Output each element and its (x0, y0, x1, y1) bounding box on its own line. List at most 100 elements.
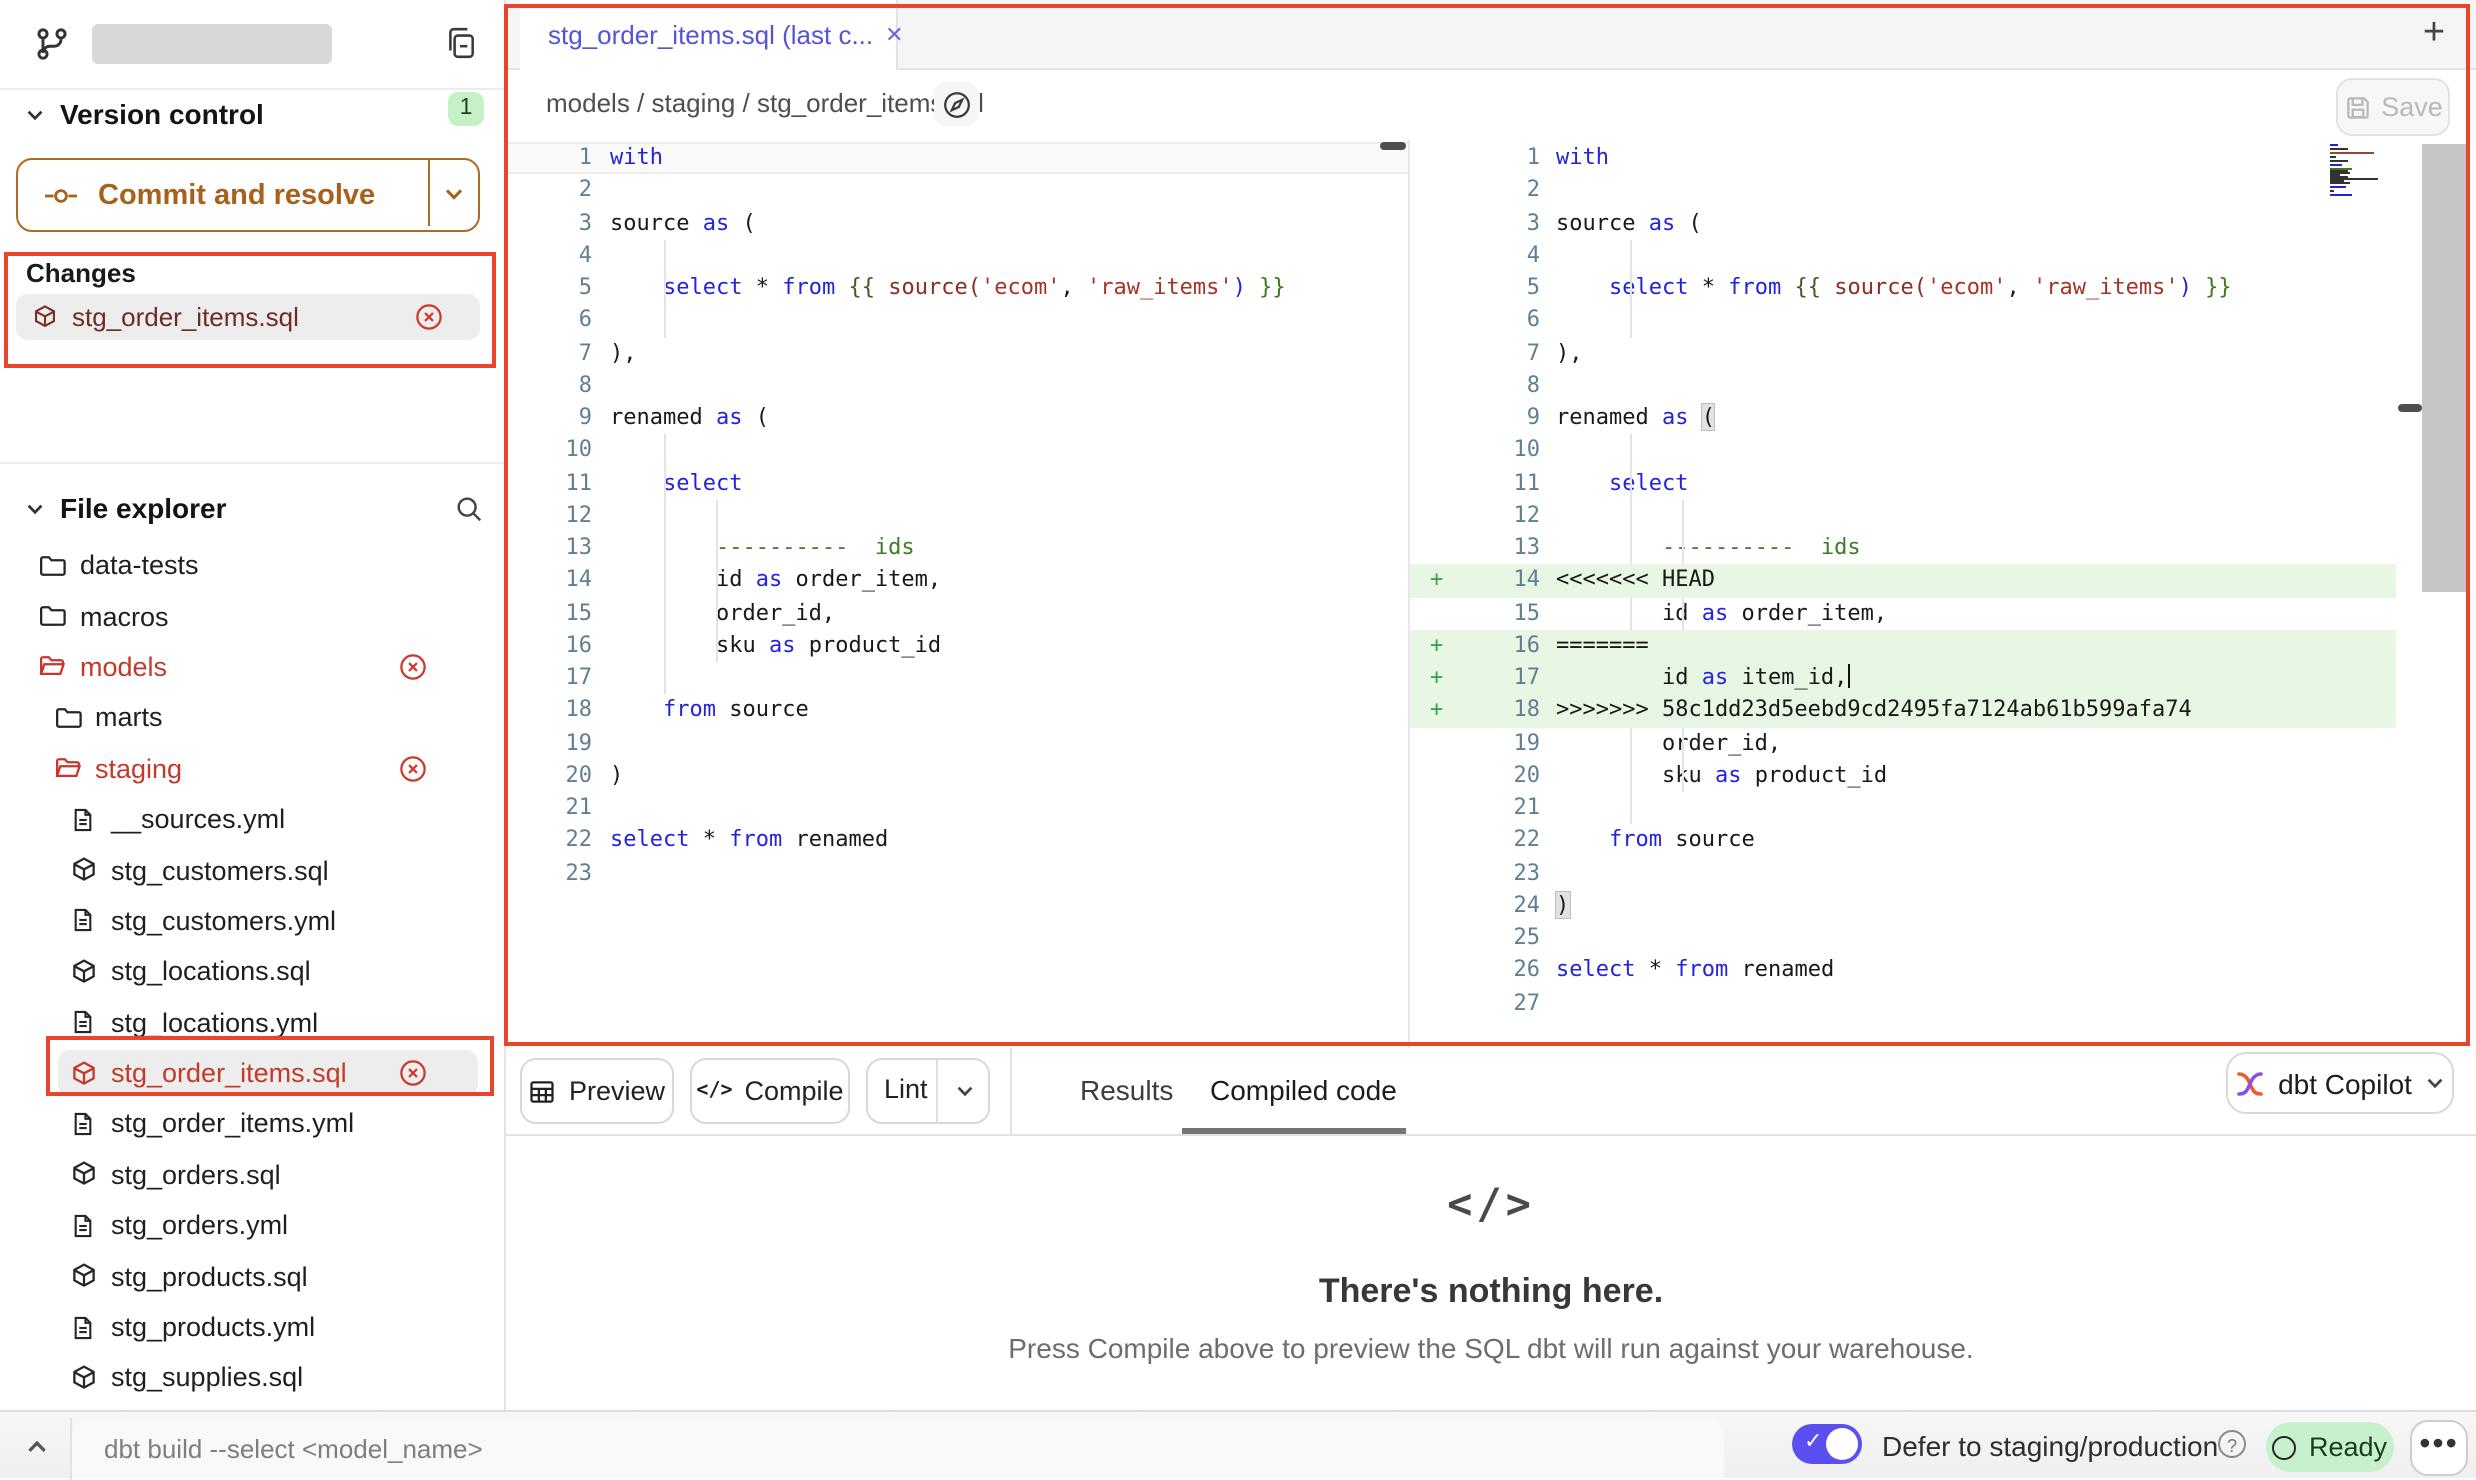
code-line[interactable]: 1with (1410, 142, 2396, 175)
code-line[interactable]: 23 (506, 857, 1408, 890)
code-line[interactable]: 15 order_id, (506, 597, 1408, 630)
tab-compiled-code[interactable]: Compiled code (1210, 1074, 1397, 1106)
code-line[interactable]: 6 (506, 305, 1408, 338)
code-line[interactable]: 21 (1410, 792, 2396, 825)
changed-file-item[interactable]: stg_order_items.sql (16, 294, 480, 340)
editor-pane-left[interactable]: 1with23source as (45 select * from {{ so… (506, 140, 1408, 1048)
tab-close-icon[interactable]: ✕ (885, 22, 903, 48)
dbt-copilot-button[interactable]: dbt Copilot (2226, 1052, 2454, 1114)
file-item-stg-order-items-yml[interactable]: stg_order_items.yml (0, 1099, 504, 1150)
code-line[interactable]: 12 (506, 500, 1408, 533)
code-line[interactable]: +17 id as item_id, (1410, 662, 2396, 695)
code-line[interactable]: 22select * from renamed (506, 825, 1408, 858)
code-line[interactable]: 15 id as order_item, (1410, 597, 2396, 630)
code-line[interactable]: 13 ---------- ids (1410, 532, 2396, 565)
code-line[interactable]: 10 (1410, 435, 2396, 468)
file-item-marts[interactable]: marts (0, 692, 504, 743)
command-input[interactable]: dbt build --select <model_name> (72, 1420, 1724, 1478)
file-item-models[interactable]: models (0, 642, 504, 693)
code-line[interactable]: 19 (506, 727, 1408, 760)
code-line[interactable]: 3source as ( (1410, 207, 2396, 240)
code-line[interactable]: 16 sku as product_id (506, 630, 1408, 663)
code-line[interactable]: 5 select * from {{ source('ecom', 'raw_i… (1410, 272, 2396, 305)
file-explorer-chevron-icon[interactable] (24, 498, 46, 520)
lint-button[interactable]: Lint (866, 1058, 990, 1124)
save-button[interactable]: Save (2336, 78, 2450, 136)
code-line[interactable]: 7), (506, 337, 1408, 370)
code-line[interactable]: 7), (1410, 337, 2396, 370)
discard-change-icon[interactable] (398, 1058, 428, 1088)
code-line[interactable]: 14 id as order_item, (506, 565, 1408, 598)
code-line[interactable]: 3source as ( (506, 207, 1408, 240)
code-line[interactable]: 23 (1410, 857, 2396, 890)
editor-tab-active[interactable]: stg_order_items.sql (last c... ✕ (520, 0, 898, 70)
code-line[interactable]: +16======= (1410, 630, 2396, 663)
file-item-stg-orders-sql[interactable]: stg_orders.sql (0, 1149, 504, 1200)
tab-results[interactable]: Results (1080, 1074, 1173, 1106)
file-item-stg-products-sql[interactable]: stg_products.sql (0, 1251, 504, 1302)
discard-change-icon[interactable] (398, 754, 428, 784)
chevron-up-icon[interactable] (24, 1434, 50, 1460)
file-item-stg-customers-yml[interactable]: stg_customers.yml (0, 895, 504, 946)
code-line[interactable]: 20) (506, 760, 1408, 793)
code-line[interactable]: 2 (1410, 175, 2396, 208)
file-item-stg-orders-yml[interactable]: stg_orders.yml (0, 1200, 504, 1251)
lint-dropdown-button[interactable] (938, 1060, 990, 1122)
file-item-stg-customers-sql[interactable]: stg_customers.sql (0, 845, 504, 896)
version-control-chevron-icon[interactable] (24, 104, 46, 126)
defer-toggle[interactable]: ✓ (1792, 1424, 1862, 1464)
code-line[interactable]: 22 from source (1410, 825, 2396, 858)
help-icon[interactable]: ? (2218, 1430, 2246, 1458)
file-item--sources-yml[interactable]: __sources.yml (0, 794, 504, 845)
editor-pane-right[interactable]: 1with23source as (45 select * from {{ so… (1410, 140, 2396, 1048)
file-item-data-tests[interactable]: data-tests (0, 540, 504, 591)
copy-icon[interactable] (444, 26, 478, 60)
code-line[interactable]: 8 (1410, 370, 2396, 403)
code-line[interactable]: 21 (506, 792, 1408, 825)
code-line[interactable]: 11 select (506, 467, 1408, 500)
discard-change-icon[interactable] (398, 652, 428, 682)
lineage-compass-button[interactable] (934, 82, 978, 126)
preview-button[interactable]: Preview (520, 1058, 674, 1124)
left-pane-scrollbar-thumb[interactable] (1380, 142, 1406, 150)
code-line[interactable]: 8 (506, 370, 1408, 403)
right-pane-scrollbar-thumb[interactable] (2398, 404, 2422, 412)
code-line[interactable]: 4 (506, 240, 1408, 273)
code-line[interactable]: 25 (1410, 922, 2396, 955)
code-line[interactable]: 26select * from renamed (1410, 955, 2396, 988)
minimap[interactable] (2330, 144, 2398, 204)
code-line[interactable]: 19 order_id, (1410, 727, 2396, 760)
code-line[interactable]: 17 (506, 662, 1408, 695)
outer-scrollbar-thumb[interactable] (2422, 144, 2466, 592)
code-line[interactable]: 1with (506, 142, 1408, 175)
file-item-macros[interactable]: macros (0, 591, 504, 642)
file-item-stg-order-items-sql[interactable]: stg_order_items.sql (0, 1048, 504, 1099)
git-branch-icon[interactable] (34, 26, 70, 62)
new-tab-button[interactable]: + (2410, 10, 2458, 58)
code-line[interactable]: +14<<<<<<< HEAD (1410, 565, 2396, 598)
code-line[interactable]: 20 sku as product_id (1410, 760, 2396, 793)
file-item-stg-supplies-sql[interactable]: stg_supplies.sql (0, 1353, 504, 1404)
code-line[interactable]: 4 (1410, 240, 2396, 273)
code-line[interactable]: 13 ---------- ids (506, 532, 1408, 565)
code-line[interactable]: 6 (1410, 305, 2396, 338)
commit-and-resolve-button[interactable]: Commit and resolve (16, 158, 480, 232)
file-item-stg-products-yml[interactable]: stg_products.yml (0, 1302, 504, 1353)
discard-change-icon[interactable] (414, 302, 444, 332)
code-line[interactable]: 24) (1410, 890, 2396, 923)
commit-dropdown-button[interactable] (430, 160, 478, 226)
search-icon[interactable] (454, 494, 484, 524)
code-line[interactable]: 11 select (1410, 467, 2396, 500)
code-line[interactable]: 9renamed as ( (506, 402, 1408, 435)
code-line[interactable]: 2 (506, 175, 1408, 208)
file-item-stg-locations-sql[interactable]: stg_locations.sql (0, 946, 504, 997)
code-line[interactable]: 12 (1410, 500, 2396, 533)
compile-button[interactable]: </> Compile (690, 1058, 850, 1124)
code-line[interactable]: 9renamed as ( (1410, 402, 2396, 435)
code-line[interactable]: +18>>>>>>> 58c1dd23d5eebd9cd2495fa7124ab… (1410, 695, 2396, 728)
code-line[interactable]: 10 (506, 435, 1408, 468)
more-options-button[interactable]: ••• (2410, 1420, 2468, 1476)
file-item-staging[interactable]: staging (0, 743, 504, 794)
file-item-stg-locations-yml[interactable]: stg_locations.yml (0, 997, 504, 1048)
code-line[interactable]: 18 from source (506, 695, 1408, 728)
